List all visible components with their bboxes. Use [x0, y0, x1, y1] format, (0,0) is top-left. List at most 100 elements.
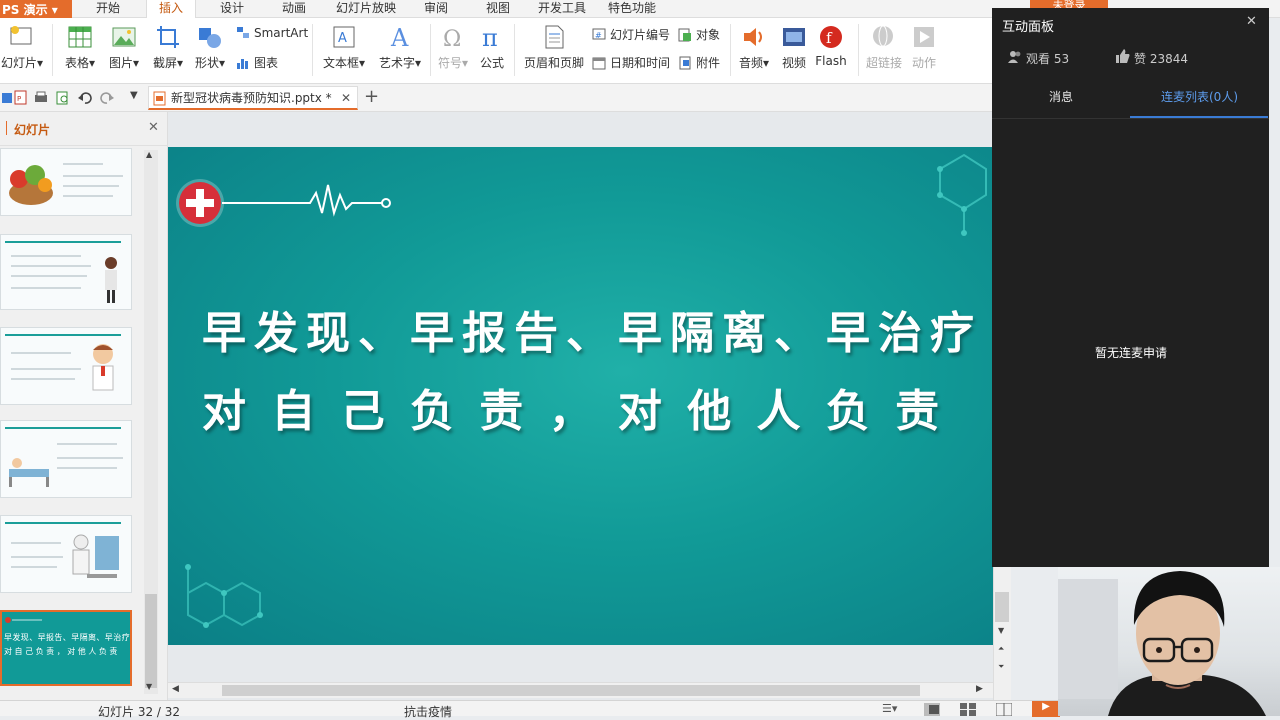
- slide-thumbnail[interactable]: [0, 234, 132, 310]
- wordart-button[interactable]: A 艺术字▾: [374, 24, 426, 71]
- action-button[interactable]: 动作: [906, 24, 942, 71]
- slide-thumbnail[interactable]: [0, 420, 132, 498]
- slide-number-button[interactable]: # 幻灯片编号: [592, 26, 670, 43]
- slide-thumbnail[interactable]: [0, 148, 132, 216]
- reading-view-icon[interactable]: [996, 703, 1012, 716]
- pptx-file-icon: [153, 91, 166, 106]
- panel-divider: [992, 118, 1269, 119]
- thumbs-up-icon[interactable]: [1116, 49, 1130, 63]
- scroll-down-icon[interactable]: ▼: [146, 682, 152, 691]
- panel-close-icon[interactable]: ✕: [1246, 14, 1257, 29]
- menu-animation[interactable]: 动画: [282, 0, 306, 18]
- thumb-text-line: [63, 185, 119, 187]
- object-icon: [678, 28, 691, 41]
- scroll-right-icon[interactable]: ▶: [976, 684, 983, 694]
- thumbnail-scrollbar[interactable]: ▲ ▼: [144, 150, 158, 694]
- scrollbar-thumb[interactable]: [145, 594, 157, 688]
- ribbon-separator: [52, 24, 53, 76]
- thumb-text-line: [57, 443, 117, 445]
- redo-icon[interactable]: [100, 92, 114, 104]
- table-label: 表格: [64, 56, 89, 70]
- slide-thumbnail-current[interactable]: 早发现、早报告、早隔离、早治疗 对 自 己 负 责 ， 对 他 人 负 责: [0, 610, 132, 686]
- panel-header: 幻灯片 ✕: [0, 112, 168, 146]
- next-slide-icon[interactable]: ⏷: [998, 662, 1004, 672]
- document-tab[interactable]: 新型冠状病毒预防知识.pptx * ✕: [148, 86, 358, 110]
- notes-toggle-icon[interactable]: ☰▾: [882, 702, 897, 715]
- print-icon[interactable]: [34, 91, 48, 105]
- menu-devtools[interactable]: 开发工具: [538, 0, 586, 18]
- quick-access-bar: P ▼ 新型冠状病毒预防知识.pptx * ✕ +: [0, 84, 995, 112]
- like-count: 赞 23844: [1134, 52, 1188, 66]
- smartart-label: SmartArt: [254, 26, 309, 40]
- menu-design[interactable]: 设计: [220, 0, 244, 18]
- slide-thumbnail[interactable]: [0, 327, 132, 405]
- scroll-left-icon[interactable]: ◀: [172, 684, 179, 694]
- hyperlink-button[interactable]: 超链接: [862, 24, 906, 71]
- slide-canvas[interactable]: 早发现、早报告、早隔离、早治疗 对 自 己 负 责 ， 对 他 人 负 责: [168, 147, 995, 645]
- datetime-button[interactable]: 日期和时间: [592, 54, 670, 71]
- header-footer-label: 页眉和页脚: [523, 56, 584, 70]
- formula-button[interactable]: π 公式: [474, 24, 510, 71]
- flash-button[interactable]: f Flash: [812, 24, 850, 68]
- smartart-button[interactable]: SmartArt: [236, 26, 308, 40]
- ribbon: 幻灯片▾ 表格▾ 图片▾ 截屏▾ 形状▾ SmartArt 图表 A 文本框▾ …: [0, 18, 995, 84]
- panel-title: 幻灯片: [14, 123, 51, 137]
- quick-access-dropdown-icon[interactable]: ▼: [130, 90, 138, 101]
- attachment-button[interactable]: 附件: [678, 54, 720, 71]
- tab-messages[interactable]: 消息: [1049, 88, 1073, 105]
- close-tab-icon[interactable]: ✕: [341, 87, 351, 109]
- thumb-line1: 早发现、早报告、早隔离、早治疗: [4, 633, 130, 642]
- screenshot-label: 截屏: [152, 56, 177, 70]
- object-button[interactable]: 对象: [678, 26, 720, 43]
- menu-slideshow[interactable]: 幻灯片放映: [336, 0, 396, 18]
- menu-insert[interactable]: 插入: [146, 0, 196, 19]
- new-tab-icon[interactable]: +: [364, 86, 379, 107]
- viewer-count: 观看 53: [1026, 52, 1070, 66]
- thumb-text-line: [11, 542, 61, 544]
- speaker-icon: [744, 28, 762, 46]
- slide-thumbnail[interactable]: [0, 515, 132, 593]
- hyperlink-label: 超链接: [865, 56, 902, 70]
- sorter-view-icon[interactable]: [960, 703, 976, 716]
- slide-headline-line2: 对 自 己 负 责 ， 对 他 人 负 责: [202, 386, 945, 437]
- svg-text:A: A: [338, 31, 347, 46]
- scroll-up-icon[interactable]: ▲: [146, 150, 152, 159]
- flash-label: Flash: [815, 54, 847, 68]
- open-icon[interactable]: [2, 91, 14, 105]
- export-pdf-icon[interactable]: P: [14, 90, 28, 106]
- tab-connect-list[interactable]: 连麦列表(0人): [1161, 88, 1238, 105]
- textbox-button[interactable]: A 文本框▾: [318, 24, 370, 71]
- medical-staff-image: [72, 534, 119, 578]
- scroll-down-icon[interactable]: ▼: [998, 626, 1004, 635]
- symbol-button[interactable]: Ω 符号▾: [434, 24, 472, 71]
- video-button[interactable]: 视频: [776, 24, 812, 71]
- picture-label: 图片: [108, 56, 133, 70]
- app-menu-button[interactable]: PS 演示 ▾: [0, 0, 72, 18]
- prev-slide-icon[interactable]: ⏶: [998, 644, 1004, 654]
- print-preview-icon[interactable]: [56, 91, 70, 105]
- medical-cross-heartbeat-icon: [176, 179, 391, 227]
- menu-view[interactable]: 视图: [486, 0, 510, 18]
- document-name: 新型冠状病毒预防知识.pptx *: [171, 91, 332, 105]
- normal-view-icon[interactable]: [924, 703, 940, 716]
- table-button[interactable]: 表格▾: [60, 24, 100, 71]
- undo-icon[interactable]: [78, 92, 92, 104]
- vscroll-thumb[interactable]: [995, 592, 1009, 622]
- horizontal-scrollbar[interactable]: ◀ ▶: [168, 682, 993, 698]
- screenshot-button[interactable]: 截屏▾: [148, 24, 188, 71]
- panel-close-icon[interactable]: ✕: [148, 120, 159, 135]
- shape-button[interactable]: 形状▾: [190, 24, 230, 71]
- play-slideshow-icon[interactable]: ▶: [1032, 701, 1060, 717]
- attachment-label: 附件: [696, 56, 721, 70]
- new-slide-button[interactable]: 幻灯片▾: [0, 24, 44, 71]
- thumb-text-line: [11, 378, 75, 380]
- audio-button[interactable]: 音频▾: [734, 24, 774, 71]
- header-footer-button[interactable]: 页眉和页脚: [520, 24, 588, 71]
- menu-review[interactable]: 审阅: [424, 0, 448, 18]
- menu-special[interactable]: 特色功能: [608, 0, 656, 18]
- picture-button[interactable]: 图片▾: [104, 24, 144, 71]
- molecule-decoration-icon: [937, 153, 987, 236]
- menu-home[interactable]: 开始: [96, 0, 120, 18]
- chart-button[interactable]: 图表: [236, 54, 278, 71]
- hscroll-thumb[interactable]: [222, 685, 920, 696]
